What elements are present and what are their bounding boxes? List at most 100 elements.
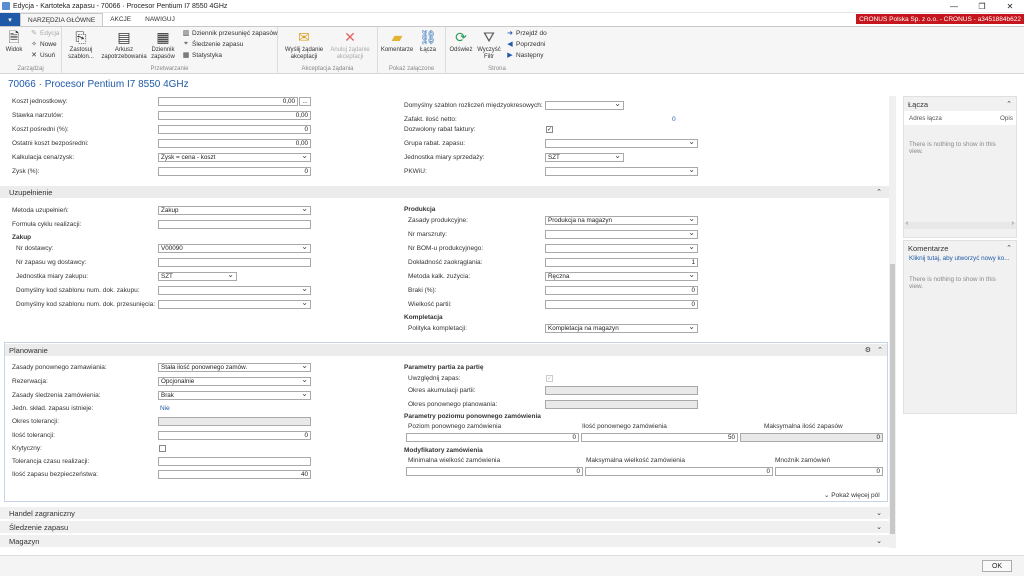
kod-szablonu-przesuniecia-select[interactable] <box>158 300 311 309</box>
widok-button[interactable]: 🗎 Widok <box>2 29 26 54</box>
koszt-jednostkowy-field[interactable]: 0,00 <box>158 97 298 106</box>
jedn-sklad-value[interactable]: Nie <box>160 405 170 412</box>
przejdz-do-button[interactable]: ➜ Przejdź do <box>506 29 547 38</box>
nastepny-button[interactable]: ▶ Następny <box>506 51 543 60</box>
arkusz-zapotrzebowania-button[interactable]: ▤ Arkusz zapotrzebowania <box>101 29 146 61</box>
kalkulacja-select[interactable]: Zysk = cena - koszt <box>158 153 311 162</box>
file-menu-button[interactable]: ▾ <box>0 13 20 26</box>
zapas-bezpieczenstwa-field[interactable]: 40 <box>158 470 311 479</box>
minimize-button[interactable]: — <box>940 0 968 13</box>
ilosc-ponownego-field[interactable]: 50 <box>581 433 738 442</box>
tab-narzedzia-glowne[interactable]: NARZĘDZIA GŁÓWNE <box>20 13 104 26</box>
sledzenie-zapasu-button[interactable]: ⌖ Śledzenie zapasu <box>182 40 243 48</box>
expand-icon[interactable]: ⌄ <box>876 537 882 545</box>
wyczysc-filtr-button[interactable]: ⛛ Wyczyść Filtr <box>474 29 504 61</box>
pokaz-wiecej-pol-link[interactable]: ⌄ Pokaż więcej pól <box>824 491 880 499</box>
nr-bom-select[interactable] <box>545 244 698 253</box>
wyslij-zadanie-button[interactable]: ✉ Wyślij żądanie akceptacji <box>282 29 326 61</box>
close-button[interactable]: ✕ <box>996 0 1024 13</box>
section-planowanie[interactable]: Planowanie ⚙ ⌃ <box>5 344 887 356</box>
wielkosc-partii-field[interactable]: 0 <box>545 300 698 309</box>
section-uzupelnienie[interactable]: Uzupełnienie ⌃ <box>0 186 890 198</box>
jm-zakupu-select[interactable]: SZT <box>158 272 237 281</box>
krytyczny-checkbox[interactable] <box>159 445 166 452</box>
zasady-sledzenia-select[interactable]: Brak <box>158 391 311 400</box>
metoda-uzupelnien-select[interactable]: Zakup <box>158 206 311 215</box>
tab-akcje[interactable]: AKCJE <box>103 13 138 26</box>
okres-akumulacji-field[interactable] <box>545 386 698 395</box>
group-akceptacja: ✉ Wyślij żądanie akceptacji ✕ Anuluj żądan… <box>278 27 378 74</box>
dozwolony-rabat-checkbox[interactable]: ✓ <box>546 126 553 133</box>
pkwiu-select[interactable] <box>545 167 698 176</box>
komentarze-button[interactable]: ▰ Komentarze <box>380 29 414 54</box>
collapse-icon[interactable]: ⌃ <box>1006 244 1012 252</box>
zysk-field[interactable]: 0 <box>158 167 311 176</box>
expand-icon[interactable]: ⌄ <box>876 509 882 517</box>
koszt-posredni-field[interactable]: 0 <box>158 125 311 134</box>
adres-lacza-column[interactable]: Adres łącza <box>909 115 942 122</box>
expand-icon[interactable]: ⌄ <box>876 523 882 531</box>
zasady-produkcyjne-select[interactable]: Produkcja na magazyn <box>545 216 698 225</box>
formula-cyklu-field[interactable] <box>158 220 311 229</box>
factbox-lacza-header[interactable]: Łącza ⌃ <box>904 97 1016 111</box>
dokladnosc-field[interactable]: 1 <box>545 258 698 267</box>
app-icon <box>2 2 10 10</box>
uwzglednij-zapas-checkbox[interactable]: ✓ <box>546 375 553 382</box>
scroll-left-icon[interactable]: ‹ <box>906 220 908 227</box>
nr-zapasu-dostawcy-field[interactable] <box>158 258 311 267</box>
stawka-narzutow-field[interactable]: 0,00 <box>158 111 311 120</box>
scrollbar-thumb[interactable] <box>890 264 895 534</box>
collapse-icon[interactable]: ⌃ <box>877 346 883 354</box>
kod-szablonu-zakupu-select[interactable] <box>158 286 311 295</box>
tab-nawiguj[interactable]: NAWIGUJ <box>138 13 182 26</box>
scroll-right-icon[interactable]: › <box>1012 220 1014 227</box>
dziennik-zapasow-button[interactable]: ▦ Dziennik zapasów <box>146 29 180 61</box>
braki-field[interactable]: 0 <box>545 286 698 295</box>
ilosc-tolerancji-field[interactable]: 0 <box>158 431 311 440</box>
opis-column[interactable]: Opis <box>1000 115 1013 122</box>
lacza-button[interactable]: ⛓ Łącza <box>414 29 442 54</box>
dziennik-przesuniec-button[interactable]: ▥ Dziennik przesunięć zapasów <box>182 29 278 38</box>
company-badge[interactable]: CRONUS Polska Sp. z o.o. - CRONUS - a345… <box>856 14 1024 24</box>
zasady-ponownego-select[interactable]: Stała ilość ponownego zamów. <box>158 363 311 372</box>
maksymalna-ilosc-field[interactable]: 0 <box>740 433 883 442</box>
zafakt-ilosc-value[interactable]: 0 <box>672 116 676 123</box>
polityka-kompletacji-select[interactable]: Kompletacja na magazyn <box>545 324 698 333</box>
nowe-button[interactable]: ✧ Nowe <box>30 40 57 49</box>
koszt-jednostkowy-assist-button[interactable]: ... <box>299 97 311 106</box>
statystyka-button[interactable]: ▦ Statystyka <box>182 51 222 60</box>
nr-marszruty-select[interactable] <box>545 230 698 239</box>
factbox-komentarze-header[interactable]: Komentarze ⌃ <box>904 241 1016 255</box>
ostatni-koszt-field[interactable]: 0,00 <box>158 139 311 148</box>
personalize-icon[interactable]: ⚙ <box>865 346 871 354</box>
poziom-ponownego-field[interactable]: 0 <box>406 433 579 442</box>
ok-button[interactable]: OK <box>982 560 1012 572</box>
szablon-rozliczen-select[interactable] <box>545 101 624 110</box>
section-handel-zagraniczny[interactable]: Handel zagraniczny ⌄ <box>0 507 890 519</box>
grupa-rabat-select[interactable] <box>545 139 698 148</box>
tolerancja-czasu-field[interactable] <box>158 457 311 466</box>
nr-dostawcy-select[interactable]: V00090 <box>158 244 311 253</box>
maximize-button[interactable]: ❐ <box>968 0 996 13</box>
edycja-button[interactable]: ✎ Edycja <box>30 29 59 38</box>
okres-tolerancji-field[interactable] <box>158 417 311 426</box>
minimalna-wielkosc-field[interactable]: 0 <box>406 467 583 476</box>
metoda-kalk-select[interactable]: Ręczna <box>545 272 698 281</box>
usun-button[interactable]: ✕ Usuń <box>30 51 55 60</box>
section-sledzenie-zapasu[interactable]: Śledzenie zapasu ⌄ <box>0 521 890 533</box>
new-comment-link[interactable]: Kliknij tutaj, aby utworzyć nowy ko... <box>904 255 1016 262</box>
lacza-horizontal-scrollbar[interactable]: ‹ › <box>904 220 1016 229</box>
section-magazyn[interactable]: Magazyn ⌄ <box>0 535 890 547</box>
vertical-scrollbar[interactable] <box>889 96 896 548</box>
collapse-icon[interactable]: ⌃ <box>876 188 882 196</box>
rezerwacja-select[interactable]: Opcjonalnie <box>158 377 311 386</box>
okres-ponownego-field[interactable] <box>545 400 698 409</box>
mnoznik-field[interactable]: 0 <box>775 467 883 476</box>
zastosuj-szablon-button[interactable]: ⎘ Zastosuj szablon... <box>64 29 98 61</box>
anuluj-zadanie-button[interactable]: ✕ Anuluj żądanie akceptacji <box>328 29 372 61</box>
maksymalna-wielkosc-field[interactable]: 0 <box>585 467 773 476</box>
odswiez-button[interactable]: ⟳ Odśwież <box>446 29 476 54</box>
jm-sprzedazy-select[interactable]: SZT <box>545 153 624 162</box>
poprzedni-button[interactable]: ◀ Poprzedni <box>506 40 545 49</box>
collapse-icon[interactable]: ⌃ <box>1006 100 1012 108</box>
